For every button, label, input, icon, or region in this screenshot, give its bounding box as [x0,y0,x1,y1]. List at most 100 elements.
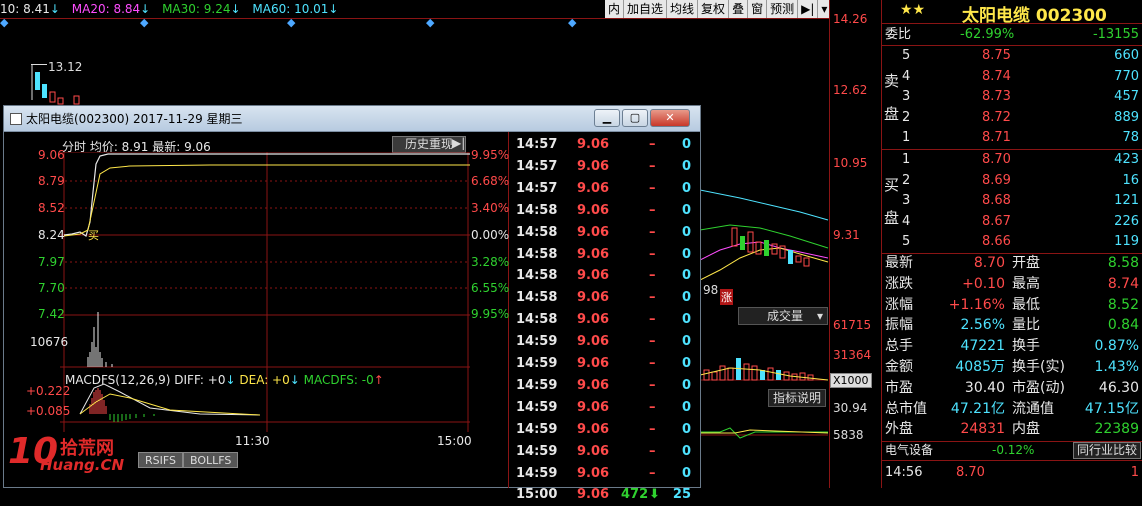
stat-value: 47221 [960,338,1005,355]
diamond-icon: ◆ [287,16,296,29]
indicator-axis-label: 30.94 [833,401,868,415]
toolbar-expand-icon[interactable]: ▶| [798,0,819,18]
tick-count: 0 [681,356,691,371]
price-axis-label: 12.62 [833,83,868,97]
stat-label: 最新 [885,255,913,271]
stat-label: 开盘 [1012,255,1040,271]
indicator-help-button[interactable]: 指标说明 [768,389,827,407]
tick-row: 14:57 9.06 – 0 [513,156,695,178]
sell-price[interactable]: 8.72 [982,107,1011,128]
volume-max-label: 10676 [30,335,69,349]
tick-count: 0 [681,158,691,174]
tick-row: 14:59 9.06 – 0 [513,419,695,441]
sell-volume: 457 [1114,89,1139,105]
tab-bollfs[interactable]: BOLLFS [183,452,239,468]
stat-value: 2.56% [960,317,1005,334]
toolbar-inner[interactable]: 内 [605,0,625,18]
tick-price: 9.06 [577,421,610,437]
price-scale-label: 7.70 [38,281,65,295]
time-label: 11:30 [235,434,270,448]
intraday-chart [60,152,470,432]
tick-volume: – [649,377,656,393]
tick-row: 14:59 9.06 – 0 [513,463,695,485]
tick-time: 14:59 [516,356,558,371]
stat-label: 总手 [885,338,913,355]
tick-time: 14:58 [516,290,558,306]
tick-count: 0 [681,399,691,415]
tick-volume: – [649,312,656,328]
stat-label: 市盈(动) [1012,379,1065,396]
last-tick-row: 14:56 8.70 1 [882,462,1142,483]
tick-row: 14:59 9.06 – 0 [513,353,695,375]
tick-volume: – [649,202,656,218]
compare-industry-button[interactable]: 同行业比较 [1072,442,1141,459]
tick-row: 14:59 9.06 – 0 [513,331,695,353]
tab-rsifs[interactable]: RSIFS [138,452,183,468]
tick-time: 14:59 [516,334,558,350]
tick-volume: – [649,137,656,152]
buy-marker: 买 [88,229,99,242]
buy-price[interactable]: 8.69 [982,170,1011,191]
buy-volume: 119 [1114,234,1139,250]
maximize-button[interactable]: ▢ [622,109,648,127]
weibi-label: 委比 [885,27,912,42]
sell-level: 3 [902,89,911,105]
sell-price[interactable]: 8.71 [982,127,1011,148]
sector-pct: -0.12% [992,443,1035,457]
buy-level: 2 [902,172,911,188]
sell-price[interactable]: 8.73 [982,86,1011,107]
sector-name[interactable]: 电气设备 [885,441,933,459]
price-scale-label: 9.06 [38,148,65,162]
stat-label: 振幅 [885,317,913,334]
price-scale-label: 7.97 [38,255,65,269]
toolbar-adjust[interactable]: 复权 [698,0,730,18]
expand-icon[interactable]: ▶| [452,136,465,150]
tick-time: 14:59 [516,399,558,415]
toolbar-ma[interactable]: 均线 [667,0,699,18]
tick-count: 0 [681,377,691,393]
price-axis-label: 14.26 [833,12,868,26]
volume-dropdown[interactable]: 成交量 ▾ [738,307,828,325]
sell-row: 1 8.71 78 [882,127,1142,148]
tick-price: 8.70 [956,465,985,480]
buy-level: 5 [902,234,911,250]
buy-row: 5 8.66 119 [882,231,1142,252]
toolbar-forecast[interactable]: 预测 [767,0,799,18]
sell-volume: 78 [1122,130,1139,146]
stat-row: 涨幅 +1.16% 最低 8.52 [882,295,1142,316]
pct-scale-label: 9.95% [471,148,510,162]
tick-volume: – [649,465,656,481]
tick-row: 14:58 9.06 – 0 [513,309,695,331]
buy-price[interactable]: 8.68 [982,190,1011,211]
tick-volume: – [649,421,656,437]
stat-row: 最新 8.70 开盘 8.58 [882,253,1142,274]
tick-volume: – [649,224,656,240]
stat-value: 47.21亿 [950,400,1005,417]
buy-price[interactable]: 8.66 [982,231,1011,252]
ma-legend-bar: 10: 8.41↓ MA20: 8.84↓ MA30: 9.24↓ MA60: … [0,0,605,18]
pct-scale-label: 6.68% [471,174,510,188]
buy-price[interactable]: 8.67 [982,211,1011,232]
diamond-icon: ◆ [568,16,577,29]
tick-count: 0 [681,137,691,152]
buy-price[interactable]: 8.70 [982,149,1011,170]
minimize-button[interactable]: ▁ [594,109,620,127]
tick-row: 14:59 9.06 – 0 [513,441,695,463]
toolbar-add-watchlist[interactable]: 加自选 [624,0,668,18]
diamond-icon: ◆ [426,16,435,29]
buy-row: 1 8.70 423 [882,149,1142,170]
sell-price[interactable]: 8.74 [982,66,1011,87]
tick-time: 14:56 [885,465,923,480]
tick-time: 14:59 [516,443,558,459]
toolbar-overlay[interactable]: 叠 [729,0,749,18]
sell-row: 3 8.73 457 [882,86,1142,107]
ma20-label: MA20: 8.84↓ [71,2,151,16]
sell-price[interactable]: 8.75 [982,45,1011,66]
toolbar-window[interactable]: 窗 [748,0,768,18]
stat-row: 涨跌 +0.10 最高 8.74 [882,274,1142,295]
volume-axis-label: 31364 [833,348,872,362]
stat-row: 金额 4085万 换手(实) 1.43% [882,357,1142,378]
buy-volume: 423 [1114,152,1139,167]
close-button[interactable]: ✕ [650,109,690,127]
pct-scale-label: 3.40% [471,201,510,215]
